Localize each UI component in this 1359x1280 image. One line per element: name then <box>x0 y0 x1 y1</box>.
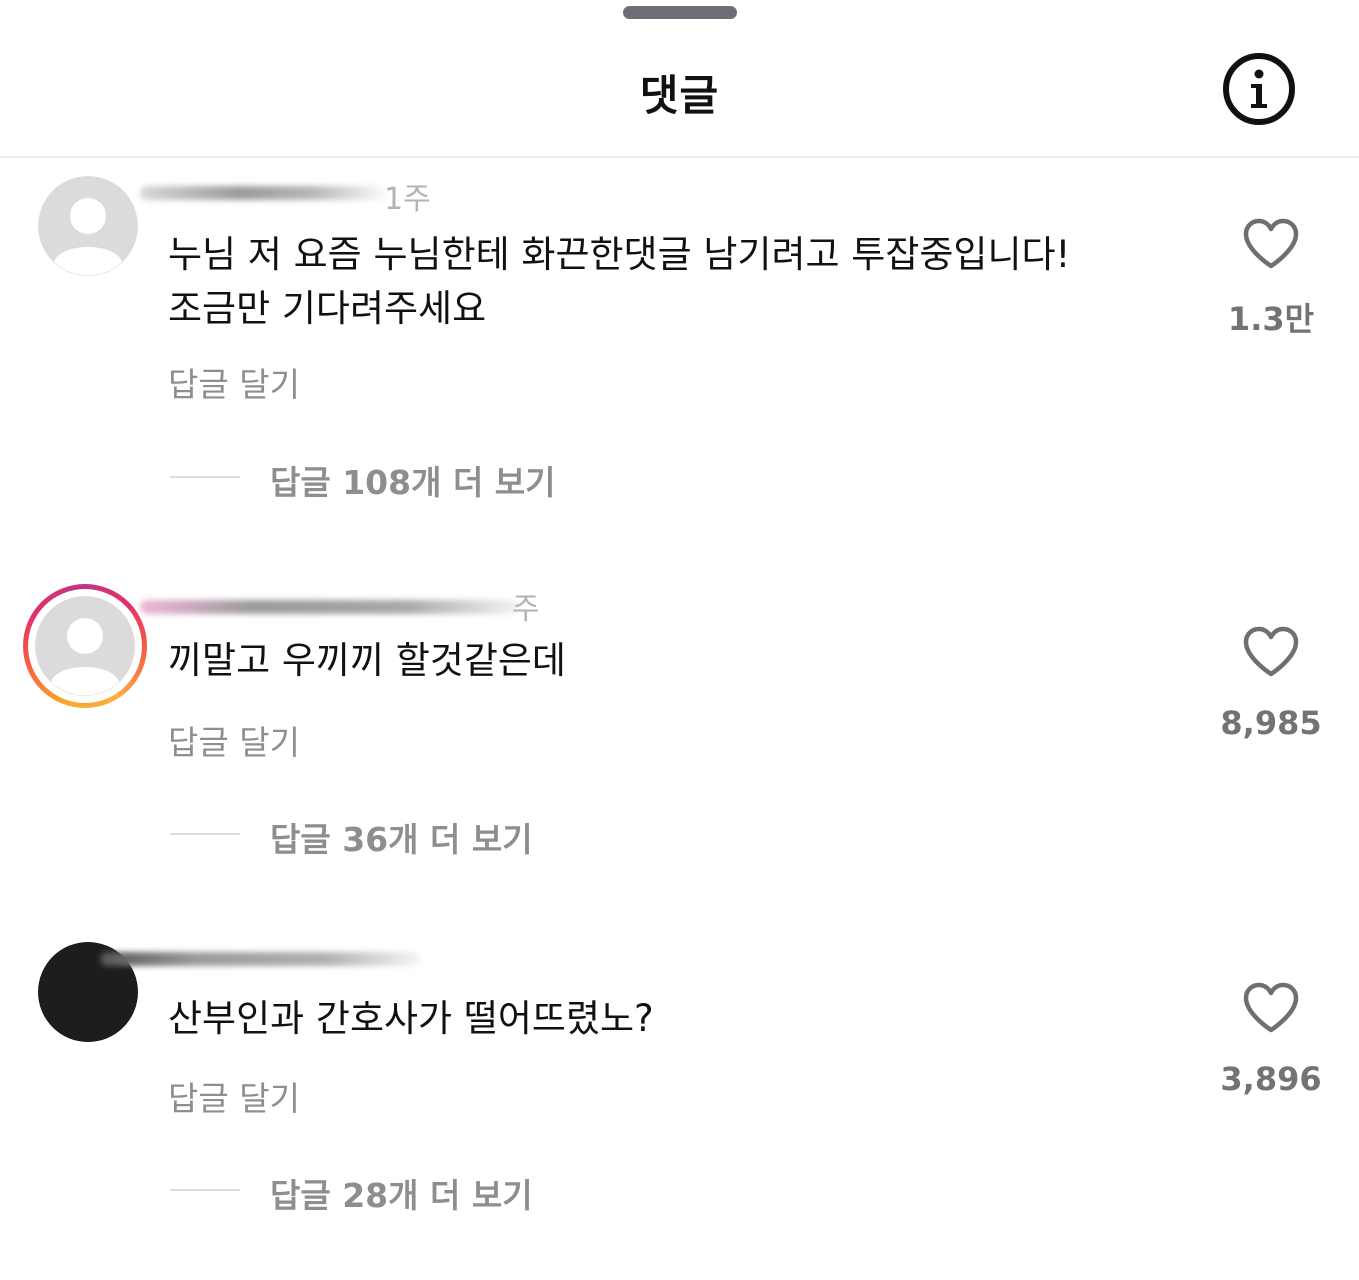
comments-header: 댓글 <box>0 22 1359 158</box>
more-replies-label: 답글 36개 더 보기 <box>270 820 533 859</box>
divider-line <box>170 833 240 835</box>
comment-time: 1주 <box>384 182 431 217</box>
divider-line <box>170 476 240 478</box>
heart-icon[interactable] <box>1242 218 1300 270</box>
view-more-replies-button[interactable]: 답글 28개 더 보기 <box>170 1169 570 1215</box>
divider-line <box>170 1189 240 1191</box>
sheet-grab-handle[interactable] <box>623 6 737 19</box>
more-replies-label: 답글 28개 더 보기 <box>270 1176 533 1215</box>
avatar[interactable] <box>38 176 138 276</box>
reply-button[interactable]: 답글 달기 <box>168 358 300 406</box>
info-icon[interactable] <box>1222 52 1296 126</box>
page-title: 댓글 <box>639 71 720 120</box>
comment-time: 주 <box>512 592 540 627</box>
view-more-replies-button[interactable]: 답글 108개 더 보기 <box>170 456 590 502</box>
heart-icon[interactable] <box>1242 626 1300 678</box>
more-replies-label: 답글 108개 더 보기 <box>270 463 556 502</box>
like-count: 8,985 <box>1220 704 1322 742</box>
reply-button[interactable]: 답글 달기 <box>168 716 300 764</box>
like-count: 1.3만 <box>1227 300 1315 338</box>
username-blurred[interactable] <box>100 940 430 966</box>
view-more-replies-button[interactable]: 답글 36개 더 보기 <box>170 813 570 859</box>
comment-text: 산부인과 간호사가 떨어뜨렸노? <box>168 997 654 1040</box>
like-count: 3,896 <box>1220 1060 1322 1098</box>
reply-button[interactable]: 답글 달기 <box>168 1072 300 1120</box>
username-blurred[interactable] <box>140 178 400 204</box>
avatar[interactable] <box>35 596 135 696</box>
comment-text: 끼말고 우끼끼 할것같은데 <box>168 639 566 682</box>
comment-text: 누님 저 요즘 누님한테 화끈한댓글 남기려고 투잡중입니다! 조금만 기다려주… <box>168 233 1071 330</box>
heart-icon[interactable] <box>1242 982 1300 1034</box>
username-blurred[interactable] <box>140 590 520 616</box>
